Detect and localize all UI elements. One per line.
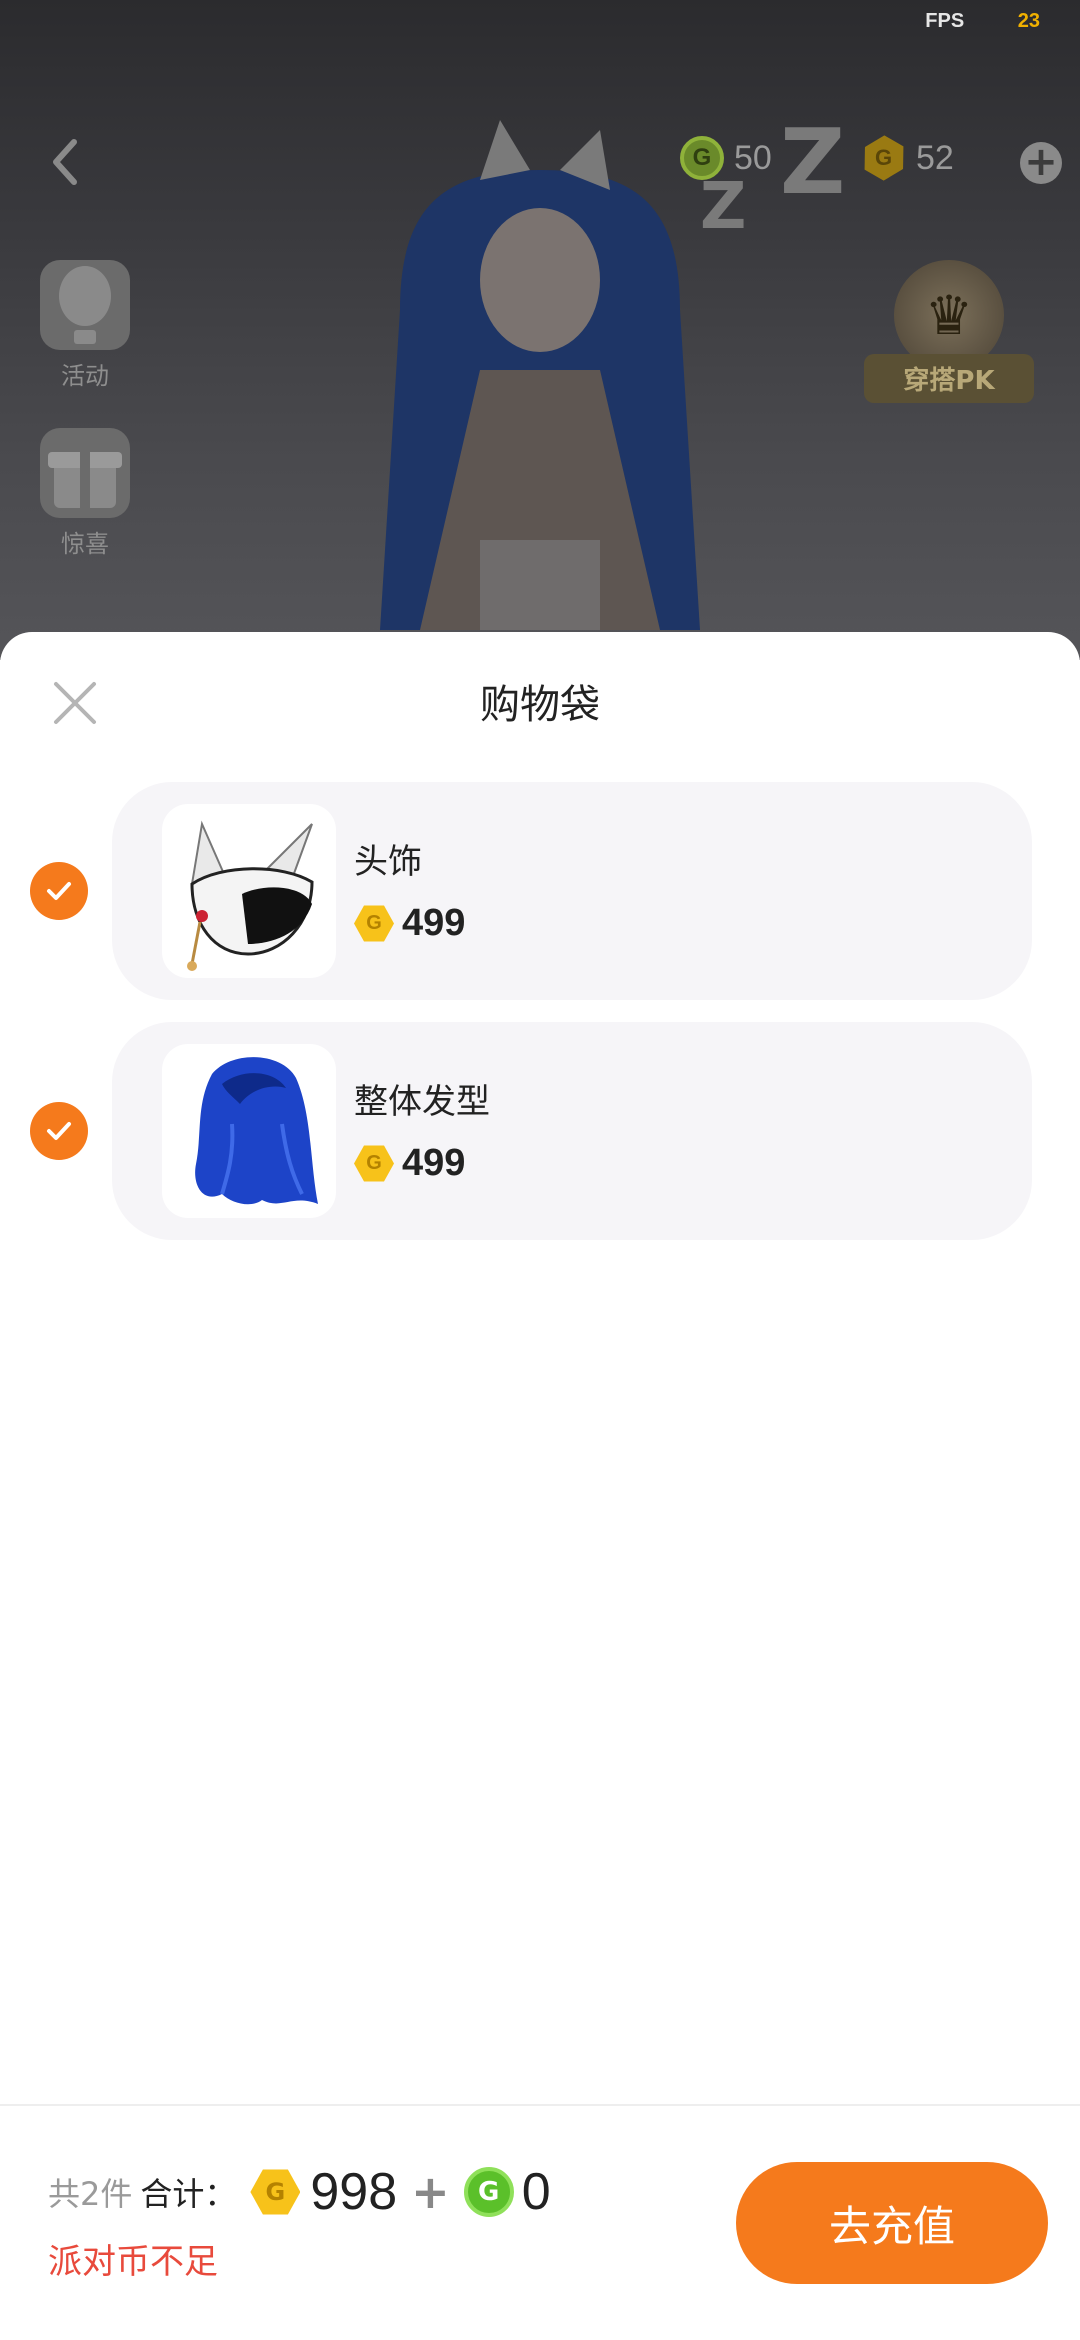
item-checkbox[interactable] — [30, 1102, 88, 1160]
fps-label: FPS — [925, 10, 965, 32]
total-summary: 共2件 合计： G 998 + G 0 — [48, 2162, 551, 2222]
outfit-pk-button[interactable]: ♛ 穿搭PK — [864, 260, 1034, 403]
sheet-title: 购物袋 — [480, 682, 600, 728]
gold-coin-icon: G — [354, 1145, 394, 1182]
recharge-button[interactable]: 去充值 — [736, 2162, 1048, 2284]
sidebar-item-label: 惊喜 — [61, 530, 109, 558]
add-currency-button[interactable]: + — [1020, 142, 1062, 184]
shopping-bag-sheet: 购物袋 头饰 G 499 整体发型 G 499 — [0, 632, 1080, 2340]
insufficient-balance-warning: 派对币不足 — [48, 2242, 218, 2282]
gold-coin-icon: G — [854, 128, 914, 188]
sidebar-item-activity[interactable]: 活动 — [30, 260, 140, 391]
back-button[interactable] — [36, 132, 96, 192]
chevron-left-icon — [53, 139, 77, 185]
item-count: 共2件 — [48, 2175, 133, 2213]
fox-mask-icon — [162, 804, 336, 978]
item-checkbox[interactable] — [30, 862, 88, 920]
item-price: G 499 — [354, 1142, 465, 1185]
checkout-footer: 共2件 合计： G 998 + G 0 派对币不足 去充值 — [0, 2104, 1080, 2340]
fps-value: 23 — [1017, 10, 1040, 32]
fps-counter: FPS 23 — [925, 10, 1040, 33]
green-coin-icon: G — [463, 2167, 514, 2217]
gold-coin-icon: G — [250, 2169, 301, 2215]
list-item: 头饰 G 499 — [0, 782, 1080, 1000]
hot-air-balloon-icon — [40, 260, 130, 350]
gold-total: 998 — [310, 2163, 398, 2221]
item-name: 整体发型 — [354, 1082, 490, 1122]
gold-coin-balance: G 52 — [862, 136, 954, 180]
checkmark-icon — [47, 1122, 71, 1140]
green-total: 0 — [521, 2163, 551, 2221]
item-name: 头饰 — [354, 842, 422, 882]
checkmark-icon — [47, 882, 71, 900]
background-scene: FPS 23 G 50 G 52 + 活动 惊喜 ♛ 穿搭PK Z Z — [0, 0, 1080, 660]
character-avatar — [380, 120, 700, 630]
sleep-z-icon: Z — [780, 110, 846, 215]
item-price: G 499 — [354, 902, 465, 945]
item-card[interactable]: 整体发型 G 499 — [112, 1022, 1032, 1240]
sidebar-item-label: 活动 — [61, 362, 109, 390]
sidebar-item-surprise[interactable]: 惊喜 — [30, 428, 140, 559]
total-label: 合计： — [140, 2175, 237, 2213]
hairstyle-icon — [162, 1044, 336, 1218]
outfit-pk-label: 穿搭PK — [864, 354, 1034, 403]
gold-coin-icon: G — [354, 905, 394, 942]
gift-box-icon — [40, 428, 130, 518]
item-card[interactable]: 头饰 G 499 — [112, 782, 1032, 1000]
list-item: 整体发型 G 499 — [0, 1022, 1080, 1240]
gold-coin-amount: 52 — [916, 138, 954, 177]
item-price-value: 499 — [402, 902, 466, 944]
item-price-value: 499 — [402, 1142, 466, 1184]
plus-sign: + — [411, 2165, 450, 2219]
